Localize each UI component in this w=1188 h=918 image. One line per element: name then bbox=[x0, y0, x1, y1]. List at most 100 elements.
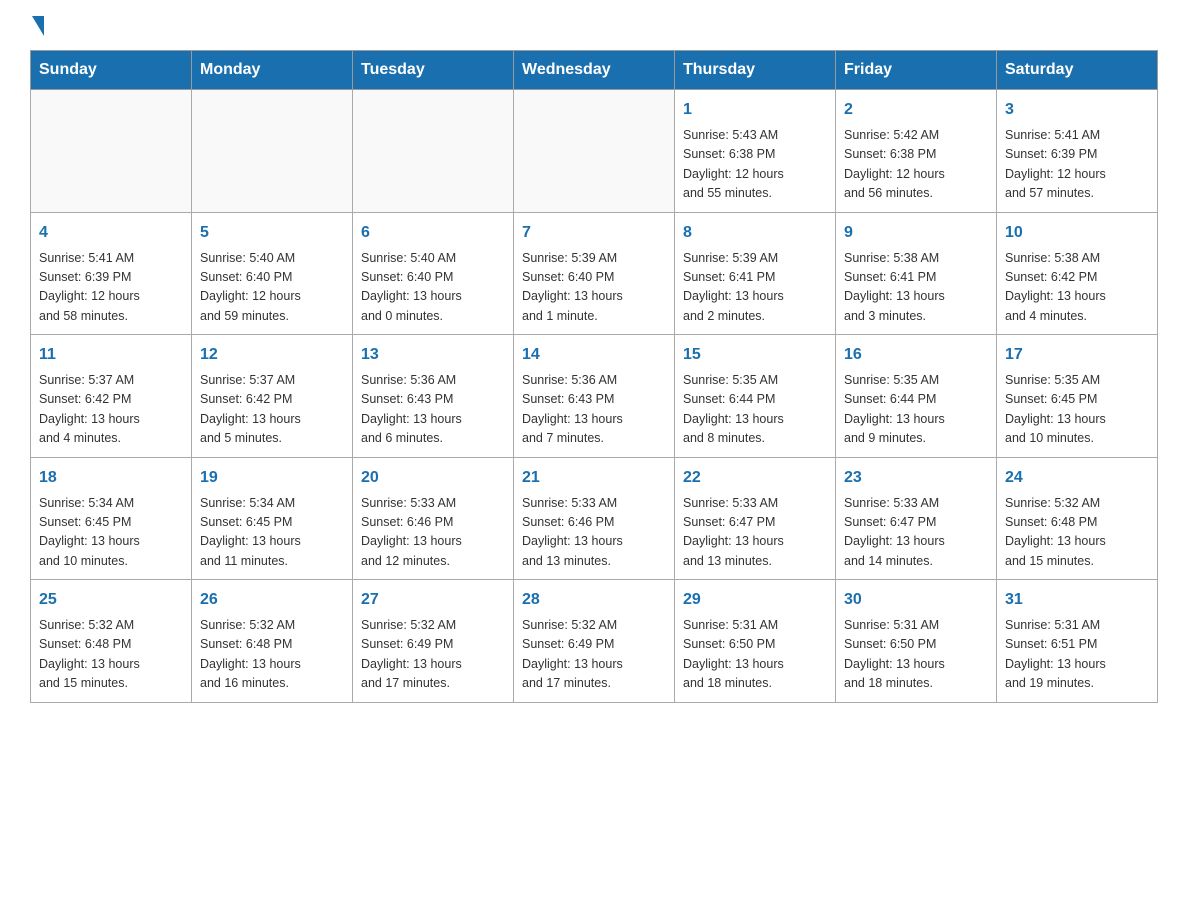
day-number: 20 bbox=[361, 466, 505, 490]
day-info: Sunrise: 5:35 AMSunset: 6:44 PMDaylight:… bbox=[844, 371, 988, 449]
day-info: Sunrise: 5:31 AMSunset: 6:51 PMDaylight:… bbox=[1005, 616, 1149, 694]
day-info: Sunrise: 5:34 AMSunset: 6:45 PMDaylight:… bbox=[200, 494, 344, 572]
col-tuesday: Tuesday bbox=[353, 51, 514, 90]
table-row: 21Sunrise: 5:33 AMSunset: 6:46 PMDayligh… bbox=[514, 457, 675, 580]
day-number: 5 bbox=[200, 221, 344, 245]
page-header bbox=[30, 20, 1158, 30]
day-number: 9 bbox=[844, 221, 988, 245]
day-info: Sunrise: 5:39 AMSunset: 6:40 PMDaylight:… bbox=[522, 249, 666, 327]
col-saturday: Saturday bbox=[997, 51, 1158, 90]
logo-triangle-icon bbox=[32, 16, 44, 36]
day-info: Sunrise: 5:41 AMSunset: 6:39 PMDaylight:… bbox=[39, 249, 183, 327]
table-row: 31 Sunrise: 5:31 AMSunset: 6:51 PMDayligh… bbox=[997, 580, 1158, 703]
col-wednesday: Wednesday bbox=[514, 51, 675, 90]
day-info: Sunrise: 5:38 AMSunset: 6:42 PMDaylight:… bbox=[1005, 249, 1149, 327]
day-info: Sunrise: 5:40 AMSunset: 6:40 PMDaylight:… bbox=[200, 249, 344, 327]
day-info: Sunrise: 5:35 AMSunset: 6:45 PMDaylight:… bbox=[1005, 371, 1149, 449]
table-row: 3 Sunrise: 5:41 AMSunset: 6:39 PMDaylight… bbox=[997, 90, 1158, 213]
table-row: 28Sunrise: 5:32 AMSunset: 6:49 PMDayligh… bbox=[514, 580, 675, 703]
day-number: 6 bbox=[361, 221, 505, 245]
day-info: Sunrise: 5:31 AMSunset: 6:50 PMDaylight:… bbox=[844, 616, 988, 694]
table-row: 25 Sunrise: 5:32 AMSunset: 6:48 PMDayligh… bbox=[31, 580, 192, 703]
day-number: 14 bbox=[522, 343, 666, 367]
calendar-week-row: 25 Sunrise: 5:32 AMSunset: 6:48 PMDayligh… bbox=[31, 580, 1158, 703]
table-row: 17 Sunrise: 5:35 AMSunset: 6:45 PMDayligh… bbox=[997, 335, 1158, 458]
day-info: Sunrise: 5:32 AMSunset: 6:49 PMDaylight:… bbox=[522, 616, 666, 694]
day-info: Sunrise: 5:33 AMSunset: 6:46 PMDaylight:… bbox=[522, 494, 666, 572]
day-number: 10 bbox=[1005, 221, 1149, 245]
day-number: 17 bbox=[1005, 343, 1149, 367]
day-info: Sunrise: 5:36 AMSunset: 6:43 PMDaylight:… bbox=[522, 371, 666, 449]
day-info: Sunrise: 5:37 AMSunset: 6:42 PMDaylight:… bbox=[39, 371, 183, 449]
day-number: 18 bbox=[39, 466, 183, 490]
table-row: 24Sunrise: 5:32 AMSunset: 6:48 PMDayligh… bbox=[997, 457, 1158, 580]
day-number: 30 bbox=[844, 588, 988, 612]
day-number: 13 bbox=[361, 343, 505, 367]
calendar-table: Sunday Monday Tuesday Wednesday Thursday… bbox=[30, 50, 1158, 703]
table-row: 5 Sunrise: 5:40 AMSunset: 6:40 PMDaylight… bbox=[192, 212, 353, 335]
table-row: 16 Sunrise: 5:35 AMSunset: 6:44 PMDayligh… bbox=[836, 335, 997, 458]
day-number: 2 bbox=[844, 98, 988, 122]
table-row: 10 Sunrise: 5:38 AMSunset: 6:42 PMDayligh… bbox=[997, 212, 1158, 335]
day-info: Sunrise: 5:38 AMSunset: 6:41 PMDaylight:… bbox=[844, 249, 988, 327]
table-row: 8 Sunrise: 5:39 AMSunset: 6:41 PMDaylight… bbox=[675, 212, 836, 335]
table-row: 12 Sunrise: 5:37 AMSunset: 6:42 PMDayligh… bbox=[192, 335, 353, 458]
day-info: Sunrise: 5:39 AMSunset: 6:41 PMDaylight:… bbox=[683, 249, 827, 327]
table-row bbox=[514, 90, 675, 213]
table-row: 26 Sunrise: 5:32 AMSunset: 6:48 PMDayligh… bbox=[192, 580, 353, 703]
day-info: Sunrise: 5:32 AMSunset: 6:48 PMDaylight:… bbox=[39, 616, 183, 694]
day-info: Sunrise: 5:37 AMSunset: 6:42 PMDaylight:… bbox=[200, 371, 344, 449]
table-row: 7 Sunrise: 5:39 AMSunset: 6:40 PMDaylight… bbox=[514, 212, 675, 335]
table-row: 2 Sunrise: 5:42 AMSunset: 6:38 PMDaylight… bbox=[836, 90, 997, 213]
day-info: Sunrise: 5:36 AMSunset: 6:43 PMDaylight:… bbox=[361, 371, 505, 449]
col-thursday: Thursday bbox=[675, 51, 836, 90]
col-monday: Monday bbox=[192, 51, 353, 90]
day-info: Sunrise: 5:33 AMSunset: 6:47 PMDaylight:… bbox=[683, 494, 827, 572]
day-info: Sunrise: 5:32 AMSunset: 6:49 PMDaylight:… bbox=[361, 616, 505, 694]
day-number: 1 bbox=[683, 98, 827, 122]
table-row: 1Sunrise: 5:43 AMSunset: 6:38 PMDaylight… bbox=[675, 90, 836, 213]
table-row: 22Sunrise: 5:33 AMSunset: 6:47 PMDayligh… bbox=[675, 457, 836, 580]
table-row: 30 Sunrise: 5:31 AMSunset: 6:50 PMDayligh… bbox=[836, 580, 997, 703]
table-row bbox=[192, 90, 353, 213]
day-info: Sunrise: 5:33 AMSunset: 6:46 PMDaylight:… bbox=[361, 494, 505, 572]
day-info: Sunrise: 5:34 AMSunset: 6:45 PMDaylight:… bbox=[39, 494, 183, 572]
calendar-week-row: 4 Sunrise: 5:41 AMSunset: 6:39 PMDaylight… bbox=[31, 212, 1158, 335]
day-info: Sunrise: 5:41 AMSunset: 6:39 PMDaylight:… bbox=[1005, 126, 1149, 204]
day-info: Sunrise: 5:35 AMSunset: 6:44 PMDaylight:… bbox=[683, 371, 827, 449]
table-row: 23Sunrise: 5:33 AMSunset: 6:47 PMDayligh… bbox=[836, 457, 997, 580]
day-number: 4 bbox=[39, 221, 183, 245]
calendar-week-row: 1Sunrise: 5:43 AMSunset: 6:38 PMDaylight… bbox=[31, 90, 1158, 213]
table-row: 14 Sunrise: 5:36 AMSunset: 6:43 PMDayligh… bbox=[514, 335, 675, 458]
day-info: Sunrise: 5:42 AMSunset: 6:38 PMDaylight:… bbox=[844, 126, 988, 204]
table-row: 19Sunrise: 5:34 AMSunset: 6:45 PMDayligh… bbox=[192, 457, 353, 580]
calendar-header-row: Sunday Monday Tuesday Wednesday Thursday… bbox=[31, 51, 1158, 90]
day-number: 15 bbox=[683, 343, 827, 367]
day-number: 25 bbox=[39, 588, 183, 612]
col-friday: Friday bbox=[836, 51, 997, 90]
day-number: 31 bbox=[1005, 588, 1149, 612]
day-number: 23 bbox=[844, 466, 988, 490]
table-row: 20 Sunrise: 5:33 AMSunset: 6:46 PMDayligh… bbox=[353, 457, 514, 580]
day-info: Sunrise: 5:32 AMSunset: 6:48 PMDaylight:… bbox=[1005, 494, 1149, 572]
day-number: 7 bbox=[522, 221, 666, 245]
day-info: Sunrise: 5:40 AMSunset: 6:40 PMDaylight:… bbox=[361, 249, 505, 327]
day-number: 8 bbox=[683, 221, 827, 245]
table-row: 13 Sunrise: 5:36 AMSunset: 6:43 PMDayligh… bbox=[353, 335, 514, 458]
day-number: 3 bbox=[1005, 98, 1149, 122]
day-info: Sunrise: 5:31 AMSunset: 6:50 PMDaylight:… bbox=[683, 616, 827, 694]
day-number: 12 bbox=[200, 343, 344, 367]
table-row bbox=[353, 90, 514, 213]
table-row: 15 Sunrise: 5:35 AMSunset: 6:44 PMDayligh… bbox=[675, 335, 836, 458]
day-info: Sunrise: 5:32 AMSunset: 6:48 PMDaylight:… bbox=[200, 616, 344, 694]
col-sunday: Sunday bbox=[31, 51, 192, 90]
table-row: 27Sunrise: 5:32 AMSunset: 6:49 PMDayligh… bbox=[353, 580, 514, 703]
table-row: 4 Sunrise: 5:41 AMSunset: 6:39 PMDaylight… bbox=[31, 212, 192, 335]
day-number: 26 bbox=[200, 588, 344, 612]
day-number: 16 bbox=[844, 343, 988, 367]
table-row: 11Sunrise: 5:37 AMSunset: 6:42 PMDayligh… bbox=[31, 335, 192, 458]
logo bbox=[30, 20, 44, 30]
calendar-week-row: 18 Sunrise: 5:34 AMSunset: 6:45 PMDayligh… bbox=[31, 457, 1158, 580]
day-number: 29 bbox=[683, 588, 827, 612]
table-row: 18 Sunrise: 5:34 AMSunset: 6:45 PMDayligh… bbox=[31, 457, 192, 580]
